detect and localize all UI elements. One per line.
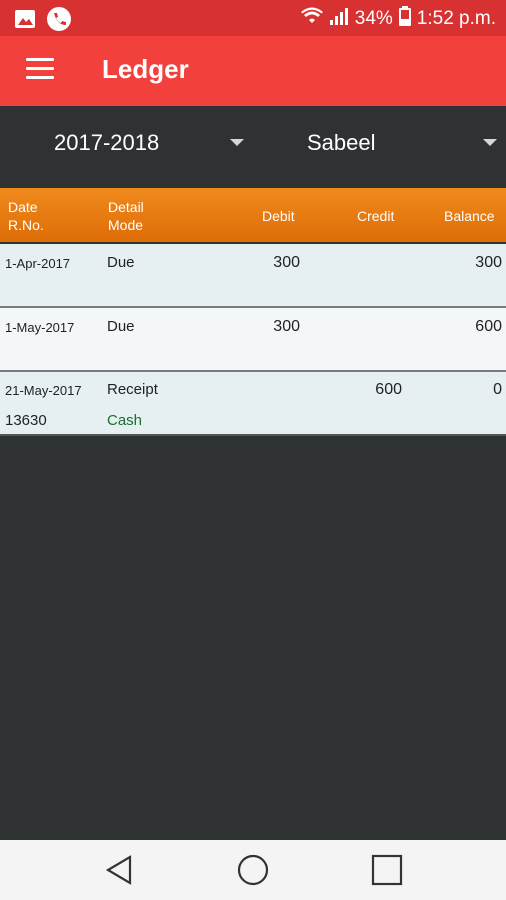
hamburger-menu-icon[interactable]: [26, 58, 54, 82]
table-row[interactable]: 21-May-2017 13630 Receipt Cash 600 0: [0, 372, 506, 436]
header-credit: Credit: [357, 208, 395, 224]
wifi-icon: [300, 7, 323, 31]
app-bar: Ledger: [0, 36, 506, 106]
page-title: Ledger: [102, 54, 189, 84]
recents-icon[interactable]: [367, 850, 407, 890]
header-balance: Balance: [444, 208, 495, 224]
image-icon: [14, 9, 36, 34]
row-balance: 600: [475, 318, 502, 335]
back-icon[interactable]: [100, 850, 140, 890]
table-row[interactable]: 1-Apr-2017 Due 300 300: [0, 244, 506, 308]
header-mode: Mode: [108, 217, 144, 233]
row-detail: Receipt: [107, 381, 158, 398]
header-date: Date: [8, 199, 38, 215]
clock-time: 1:52 p.m.: [416, 8, 496, 29]
filter-bar: 2017-2018 Sabeel: [0, 106, 506, 188]
account-value: Sabeel: [307, 130, 376, 155]
row-balance: 0: [493, 381, 502, 398]
home-icon[interactable]: [233, 850, 273, 890]
row-date: 21-May-2017: [5, 383, 82, 398]
table-row[interactable]: 1-May-2017 Due 300 600: [0, 308, 506, 372]
header-debit: Debit: [262, 208, 295, 224]
battery-icon: [398, 6, 411, 32]
row-rno: 13630: [5, 412, 47, 429]
row-mode: Cash: [107, 412, 143, 429]
chevron-down-icon: [230, 139, 244, 146]
row-date: 1-Apr-2017: [5, 256, 71, 271]
account-dropdown[interactable]: Sabeel: [253, 106, 506, 188]
year-dropdown[interactable]: 2017-2018: [0, 106, 253, 188]
row-detail: Due: [107, 318, 135, 335]
row-debit: 300: [273, 254, 300, 271]
status-bar: 34% 1:52 p.m.: [0, 0, 506, 36]
phone-icon: [46, 6, 72, 37]
chevron-down-icon: [483, 139, 497, 146]
row-date: 1-May-2017: [5, 320, 75, 335]
year-value: 2017-2018: [54, 130, 160, 155]
navigation-bar: [0, 840, 506, 900]
battery-percent: 34%: [354, 8, 393, 29]
table-header: Date R.No. Detail Mode Debit Credit Bala…: [0, 188, 506, 244]
row-balance: 300: [475, 254, 502, 271]
row-detail: Due: [107, 254, 135, 271]
header-rno: R.No.: [8, 217, 44, 233]
header-detail: Detail: [108, 199, 144, 215]
signal-icon: [329, 7, 349, 31]
row-debit: 300: [273, 318, 300, 335]
row-credit: 600: [375, 381, 402, 398]
